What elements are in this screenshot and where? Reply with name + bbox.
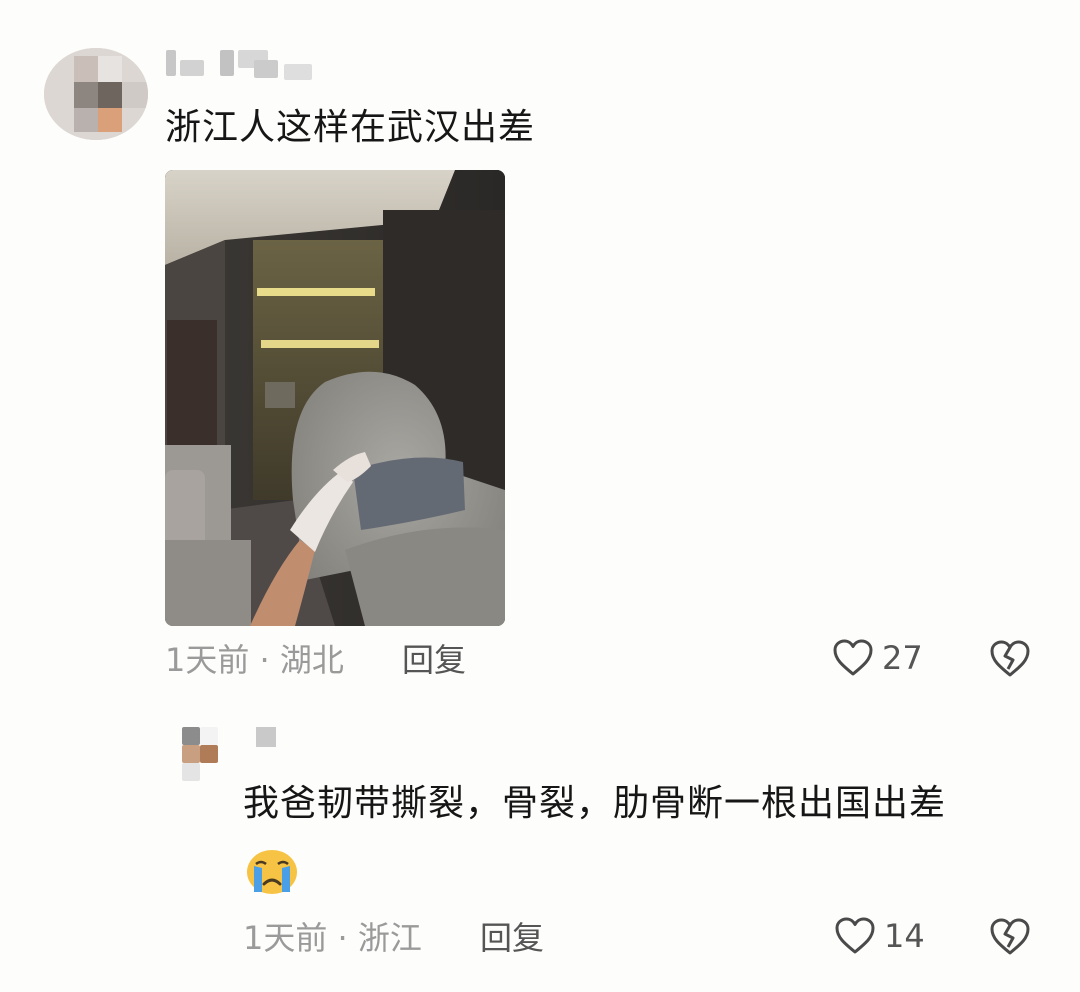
- reply-like-count: 14: [884, 917, 925, 955]
- comment-dislike-button[interactable]: [988, 638, 1032, 678]
- comment-like-count: 27: [882, 639, 923, 677]
- reply-reply-button[interactable]: 回复: [480, 918, 544, 958]
- commenter-avatar[interactable]: [44, 48, 148, 140]
- comment-reply-button[interactable]: 回复: [402, 640, 466, 680]
- reply-meta: 1天前 · 浙江: [243, 919, 422, 957]
- reply-like-button[interactable]: 14: [834, 916, 925, 956]
- heart-outline-icon: [832, 638, 874, 678]
- broken-heart-icon: [988, 916, 1032, 956]
- hotel-room-photo: [165, 170, 505, 626]
- comment-like-button[interactable]: 27: [832, 638, 923, 678]
- comment-photo[interactable]: [165, 170, 505, 626]
- broken-heart-icon: [988, 638, 1032, 678]
- replier-avatar[interactable]: [182, 727, 222, 783]
- reply-dislike-button[interactable]: [988, 916, 1032, 956]
- comment-meta: 1天前 · 湖北: [165, 641, 344, 679]
- reply-text: 我爸韧带撕裂，骨裂，肋骨断一根出国出差: [243, 783, 947, 824]
- comment-text: 浙江人这样在武汉出差: [165, 107, 536, 148]
- crying-face-emoji: [244, 846, 300, 896]
- heart-outline-icon: [834, 916, 876, 956]
- replier-username-blurred[interactable]: [256, 727, 276, 747]
- commenter-username-blurred[interactable]: [166, 46, 316, 86]
